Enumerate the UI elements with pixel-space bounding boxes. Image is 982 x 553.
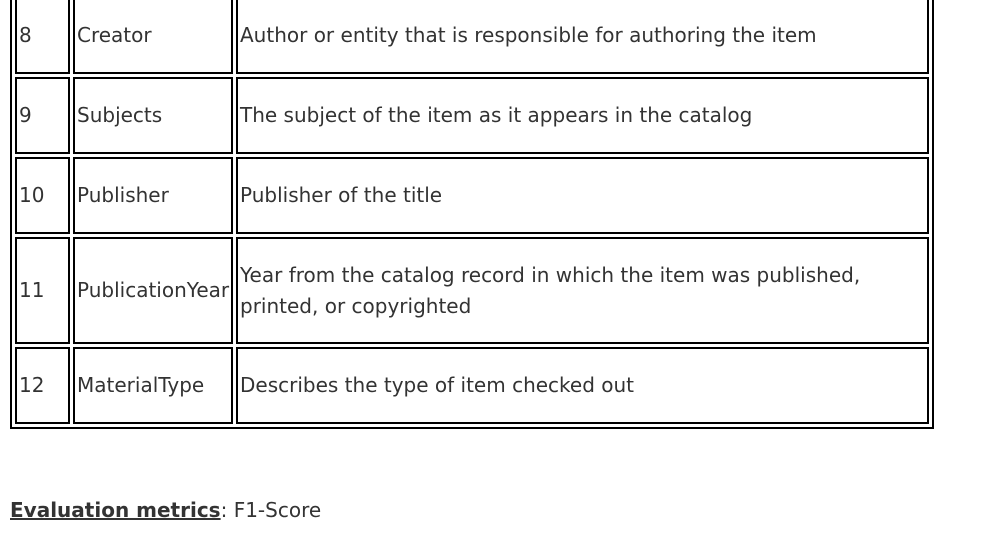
field-name-cell: Subjects — [73, 77, 233, 154]
field-description-cell: Year from the catalog record in which th… — [236, 237, 929, 344]
field-name-cell: Publisher — [73, 157, 233, 234]
evaluation-metrics-line: Evaluation metrics: F1-Score — [10, 495, 321, 525]
field-description-cell: Describes the type of item checked out — [236, 347, 929, 424]
table-row: 8 Creator Author or entity that is respo… — [15, 0, 929, 74]
field-name-cell: PublicationYear — [73, 237, 233, 344]
field-name-cell: Creator — [73, 0, 233, 74]
field-name-cell: MaterialType — [73, 347, 233, 424]
evaluation-metrics-label: Evaluation metrics — [10, 498, 221, 522]
field-description-cell: Publisher of the title — [236, 157, 929, 234]
evaluation-metrics-separator: : — [220, 498, 234, 522]
field-table: 8 Creator Author or entity that is respo… — [10, 0, 934, 429]
table-row: 10 Publisher Publisher of the title — [15, 157, 929, 234]
row-number-cell: 11 — [15, 237, 70, 344]
field-table-container: 8 Creator Author or entity that is respo… — [10, 0, 934, 429]
table-row: 9 Subjects The subject of the item as it… — [15, 77, 929, 154]
row-number-cell: 12 — [15, 347, 70, 424]
row-number-cell: 9 — [15, 77, 70, 154]
row-number-cell: 10 — [15, 157, 70, 234]
evaluation-metrics-value: F1-Score — [233, 498, 322, 522]
table-row: 11 PublicationYear Year from the catalog… — [15, 237, 929, 344]
field-description-cell: The subject of the item as it appears in… — [236, 77, 929, 154]
field-description-cell: Author or entity that is responsible for… — [236, 0, 929, 74]
table-row: 12 MaterialType Describes the type of it… — [15, 347, 929, 424]
row-number-cell: 8 — [15, 0, 70, 74]
